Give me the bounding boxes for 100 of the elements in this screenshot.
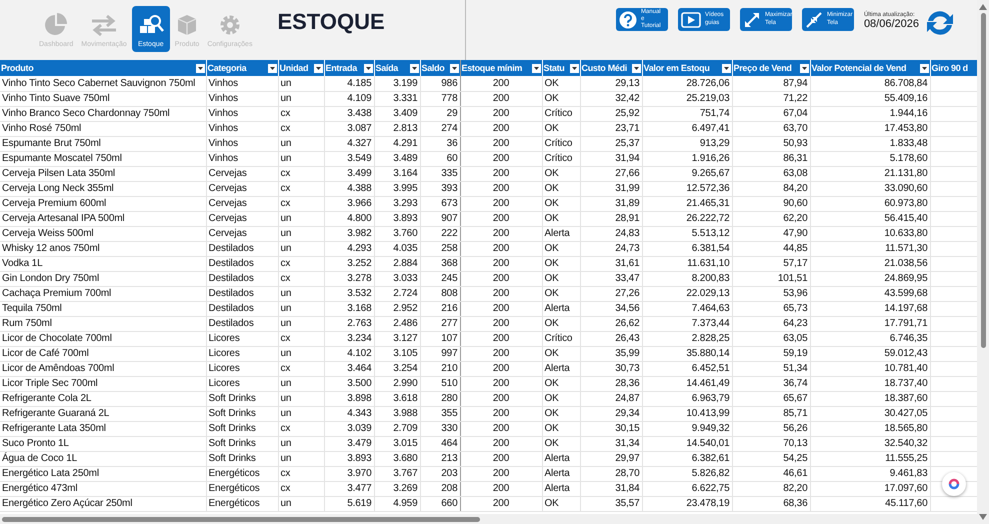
table-cell: 59.012,43 [810,346,930,361]
table-cell: 30,73 [580,361,642,376]
column-header[interactable]: Categoria [206,60,278,76]
table-cell: 62,20 [732,211,810,226]
vertical-scrollbar[interactable] [980,13,986,348]
table-cell: 31,89 [580,196,642,211]
table-cell: 216 [420,301,460,316]
table-cell: 14.540,01 [642,436,732,451]
column-header[interactable]: Statu [542,60,580,76]
table-cell: cx [278,181,324,196]
filter-dropdown-icon[interactable] [800,64,808,72]
table-cell: 3.234 [324,331,374,346]
filter-dropdown-icon[interactable] [722,64,730,72]
table-cell: Vodka 1L [0,256,206,271]
table-cell: 200 [460,271,542,286]
table-cell: cx [278,421,324,436]
scroll-down-icon[interactable] [979,514,987,520]
table-cell: 393 [420,181,460,196]
column-header[interactable]: Estoque mínim [460,60,542,76]
column-header[interactable]: Produto [0,60,206,76]
table-cell: Vinhos [206,76,278,91]
table-cell: 28,36 [580,376,642,391]
scroll-up-icon[interactable] [979,4,987,10]
table-cell: 3.331 [374,91,420,106]
table-cell: Soft Drinks [206,436,278,451]
filter-dropdown-icon[interactable] [570,64,578,72]
table-cell: 2.763 [324,316,374,331]
table-cell: OK [542,241,580,256]
table-cell: 35,57 [580,496,642,511]
table-cell: 14.197,68 [810,301,930,316]
table-cell: 56,26 [732,421,810,436]
table-cell: Licores [206,361,278,376]
table-cell: 44,85 [732,241,810,256]
table-cell: Energéticos [206,496,278,511]
update-date: 08/06/2026 [864,18,919,30]
table-cell: 101,51 [732,271,810,286]
table-cell: 3.087 [324,121,374,136]
column-header[interactable]: Valor em Estoqu [642,60,732,76]
table-cell: 31,61 [580,256,642,271]
table-cell: 21.465,31 [642,196,732,211]
filter-dropdown-icon[interactable] [196,64,204,72]
column-header[interactable]: Unidad [278,60,324,76]
table-cell: Destilados [206,256,278,271]
table-cell: 47,90 [732,226,810,241]
filter-dropdown-icon[interactable] [410,64,418,72]
table-cell: Energético 473ml [0,481,206,496]
table-cell: OK [542,121,580,136]
table-cell: 30,15 [580,421,642,436]
table-cell: 18.387,60 [810,391,930,406]
filter-dropdown-icon[interactable] [268,64,276,72]
table-cell: Gin London Dry 750ml [0,271,206,286]
filter-dropdown-icon[interactable] [450,64,458,72]
table-cell: 4.291 [374,136,420,151]
table-cell: 200 [460,91,542,106]
assistant-button[interactable] [942,472,966,496]
table-cell: cx [278,106,324,121]
table-cell: Vinhos [206,151,278,166]
table-cell: 46,61 [732,466,810,481]
filter-dropdown-icon[interactable] [532,64,540,72]
table-cell: 3.033 [374,271,420,286]
column-header[interactable]: Saída [374,60,420,76]
table-cell: 5.826,82 [642,466,732,481]
filter-dropdown-icon[interactable] [364,64,372,72]
table-cell: OK [542,166,580,181]
horizontal-scrollbar[interactable] [2,516,480,522]
table-cell: 27,26 [580,286,642,301]
filter-dropdown-icon[interactable] [314,64,322,72]
table-cell: 3.199 [374,76,420,91]
table-cell: 4.035 [374,241,420,256]
column-header[interactable]: Custo Médi [580,60,642,76]
table-cell: 4.185 [324,76,374,91]
column-header[interactable]: Preço de Vend [732,60,810,76]
table-cell: OK [542,271,580,286]
table-cell: Whisky 12 anos 750ml [0,241,206,256]
table-cell: 8.200,83 [642,271,732,286]
column-header[interactable]: Giro 90 d [930,60,977,76]
table-cell: 26,62 [580,316,642,331]
table-cell: 208 [420,481,460,496]
filter-dropdown-icon[interactable] [632,64,640,72]
table-cell: Espumante Brut 750ml [0,136,206,151]
table-cell: 200 [460,331,542,346]
swap-arrows-icon [90,13,118,37]
table-cell: 2.884 [374,256,420,271]
column-header[interactable]: Entrada [324,60,374,76]
table-cell: 25.219,03 [642,91,732,106]
table-cell: 63,05 [732,331,810,346]
table-cell: 200 [460,421,542,436]
table-cell: OK [542,256,580,271]
table-cell: 277 [420,316,460,331]
column-header[interactable]: Saldo [420,60,460,76]
table-cell: 200 [460,181,542,196]
table-cell: 34,56 [580,301,642,316]
table-cell: Alerta [542,451,580,466]
table-cell: 65,67 [732,391,810,406]
table-cell: 200 [460,121,542,136]
table-cell: 3.767 [374,466,420,481]
table-cell: 335 [420,166,460,181]
filter-dropdown-icon[interactable] [920,64,928,72]
table-cell: 9.265,67 [642,166,732,181]
column-header[interactable]: Valor Potencial de Vend [810,60,930,76]
